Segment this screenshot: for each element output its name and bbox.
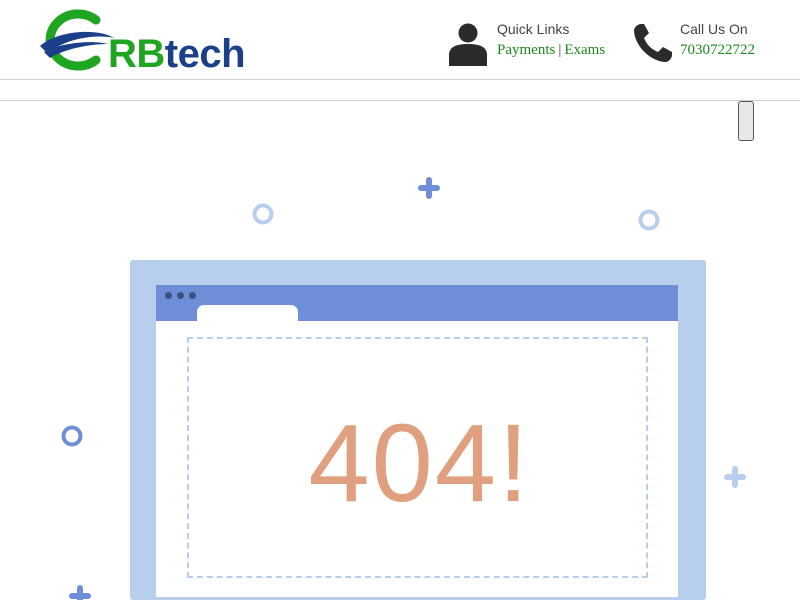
logo-text: RBtech [108, 32, 246, 76]
content-dashed-box: 404! [187, 337, 648, 578]
logo-text-tech: tech [164, 32, 246, 76]
error-code: 404! [308, 402, 531, 525]
circle-outline-icon [61, 425, 83, 447]
nav-divider [0, 100, 800, 101]
quick-links-block: Quick Links Payments | Exams [448, 20, 623, 66]
circle-outline-icon [638, 209, 660, 231]
plus-icon [69, 585, 91, 600]
menu-toggle[interactable] [738, 101, 754, 141]
plus-icon [418, 177, 440, 199]
logo-swoosh-icon [40, 9, 114, 71]
plus-icon [724, 466, 746, 488]
phone-icon [634, 24, 672, 62]
logo-text-rb: RB [108, 32, 165, 76]
call-us-label: Call Us On [680, 21, 748, 37]
link-separator: | [558, 42, 562, 58]
call-us-block: Call Us On 7030722722 [632, 20, 782, 66]
site-logo[interactable]: RBtech [38, 8, 268, 76]
quick-links-label: Quick Links [497, 21, 570, 37]
circle-outline-icon [252, 203, 274, 225]
browser-window: 404! [156, 285, 678, 597]
payments-link[interactable]: Payments [497, 42, 555, 58]
phone-number[interactable]: 7030722722 [680, 42, 755, 59]
user-icon [449, 23, 487, 66]
exams-link[interactable]: Exams [564, 42, 605, 58]
window-dot [189, 292, 196, 299]
window-dot [177, 292, 184, 299]
site-header: RBtech Quick Links Payments | Exams Call U… [0, 0, 800, 80]
browser-tab [197, 305, 298, 325]
window-dot [165, 292, 172, 299]
quick-links-list: Payments | Exams [497, 42, 605, 59]
